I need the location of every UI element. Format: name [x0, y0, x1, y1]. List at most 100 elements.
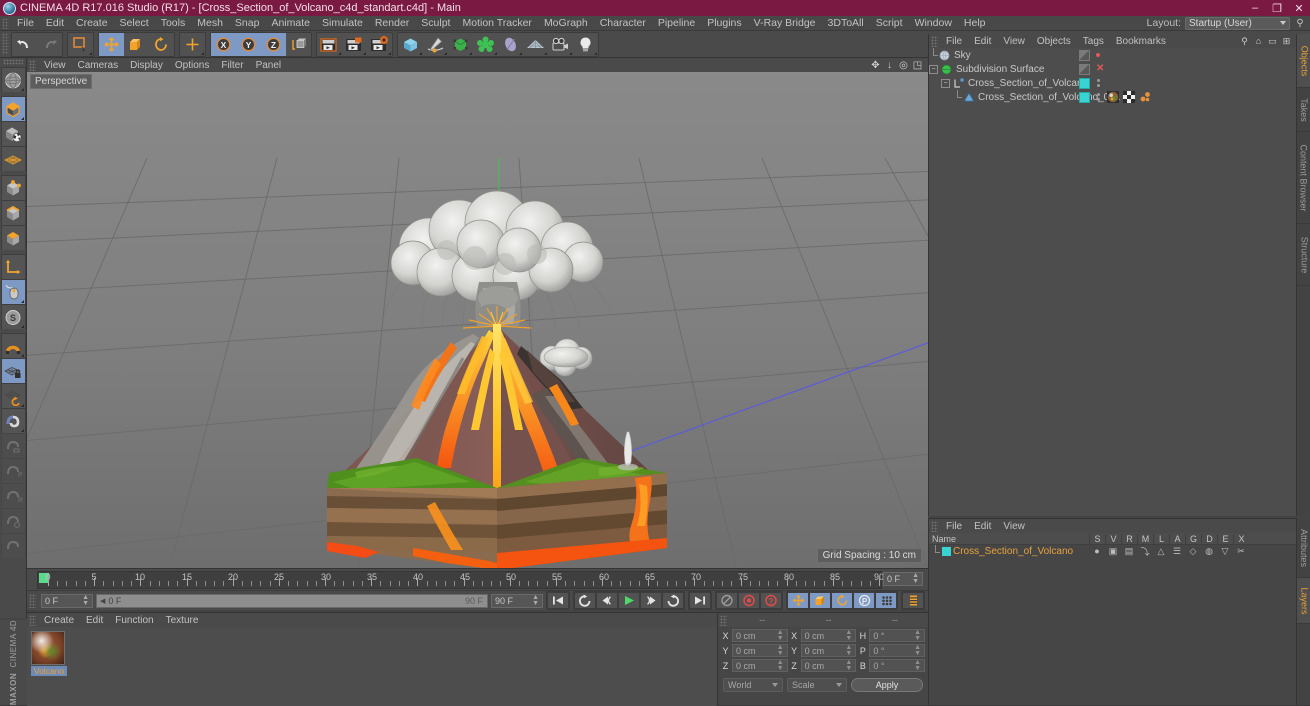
stepper-icon[interactable]: ▲ ▼ — [82, 594, 89, 607]
layer-cell-a[interactable]: ☰ — [1169, 546, 1185, 557]
size-x-field[interactable]: 0 cm ▲ ▼ — [800, 629, 857, 642]
stepper-icon[interactable]: ▲ ▼ — [845, 629, 852, 642]
minimize-button[interactable]: – — [1244, 0, 1266, 16]
pan-view-icon[interactable]: ✥ — [870, 60, 881, 71]
render-dot[interactable] — [1096, 79, 1100, 82]
texture-tag-icon[interactable] — [1107, 91, 1119, 103]
workplane-button[interactable] — [0, 383, 26, 408]
viewport-menu-cameras[interactable]: Cameras — [72, 60, 125, 71]
maximize-button[interactable]: ❐ — [1266, 0, 1288, 16]
menu-item-3dtoall[interactable]: 3DToAll — [822, 16, 870, 31]
pos-x-field[interactable]: 0 cm ▲ ▼ — [732, 629, 788, 642]
move-tool-button[interactable] — [99, 32, 124, 56]
layer-col-v[interactable]: V — [1105, 533, 1121, 544]
layout-icon[interactable]: ⊞ — [1281, 36, 1292, 47]
menu-item-character[interactable]: Character — [594, 16, 652, 31]
menu-item-tools[interactable]: Tools — [155, 16, 192, 31]
menu-item-window[interactable]: Window — [909, 16, 958, 31]
material-menu-function[interactable]: Function — [109, 615, 159, 626]
next-frame-button[interactable] — [640, 592, 662, 609]
axis-mode-button[interactable] — [0, 254, 26, 279]
material-menu-edit[interactable]: Edit — [80, 615, 109, 626]
pos-z-field[interactable]: 0 cm ▲ ▼ — [732, 659, 788, 672]
menu-item-vray-bridge[interactable]: V-Ray Bridge — [748, 16, 822, 31]
object-row-subdivision-surface[interactable]: − Subdivision Surface ✕ — [929, 62, 1296, 76]
polygon-mesh-button[interactable] — [0, 146, 26, 171]
material-menu-create[interactable]: Create — [38, 615, 80, 626]
editor-dot[interactable] — [1096, 98, 1100, 101]
layer-cell-g[interactable]: ◇ — [1185, 546, 1201, 557]
editor-dot[interactable] — [1096, 84, 1100, 87]
previous-frame-button[interactable] — [596, 592, 618, 609]
menu-item-script[interactable]: Script — [870, 16, 909, 31]
lock-grid-button[interactable] — [0, 358, 26, 383]
x-axis-lock-button[interactable]: X — [211, 32, 236, 56]
layer-row[interactable]: Cross_Section_of_Volcano ● ▣ ▤ ⤵ △ ☰ ◇ ◍… — [929, 545, 1296, 557]
make-editable-button[interactable] — [0, 67, 26, 92]
layer-color-swatch[interactable] — [942, 546, 951, 556]
home-icon[interactable]: ⌂ — [1253, 36, 1264, 47]
live-selection-button[interactable] — [68, 33, 93, 56]
coordinate-system-select[interactable]: World — [723, 678, 783, 692]
layer-cell-s[interactable]: ● — [1089, 546, 1105, 556]
object-menu-objects[interactable]: Objects — [1031, 36, 1077, 47]
playbar-grip[interactable] — [29, 593, 36, 608]
snap-center-button[interactable] — [0, 508, 26, 533]
snap-rotate-button[interactable]: R — [0, 483, 26, 508]
snap-vertex-button[interactable] — [0, 433, 26, 458]
position-key-button[interactable] — [787, 592, 809, 609]
add-spline-button[interactable] — [423, 33, 448, 56]
visibility-toggle[interactable] — [1079, 77, 1090, 89]
render-dot[interactable] — [1096, 93, 1100, 96]
stepper-icon[interactable]: ▲ ▼ — [912, 572, 919, 585]
stepper-icon[interactable]: ▲ ▼ — [845, 644, 852, 657]
material-menu-grip[interactable] — [29, 614, 36, 626]
stepper-icon[interactable]: ▲ ▼ — [532, 594, 539, 607]
undo-button[interactable] — [12, 33, 37, 56]
tab-structure[interactable]: Structure — [1297, 224, 1310, 286]
layer-col-l[interactable]: L — [1153, 533, 1169, 544]
nurbs-button[interactable] — [448, 33, 473, 56]
rot-h-field[interactable]: 0 ° ▲ ▼ — [869, 629, 926, 642]
y-axis-lock-button[interactable]: Y — [236, 32, 261, 56]
viewport-mouse-button[interactable] — [0, 279, 26, 304]
menu-item-mesh[interactable]: Mesh — [191, 16, 229, 31]
polygons-mode-button[interactable] — [0, 225, 26, 250]
disabled-x-icon[interactable]: ✕ — [1096, 64, 1104, 74]
rotate-view-icon[interactable]: ◎ — [898, 60, 909, 71]
layer-name-cell[interactable]: Cross_Section_of_Volcano — [929, 545, 1089, 557]
tab-attributes[interactable]: Attributes — [1297, 518, 1310, 578]
viewport-menu-options[interactable]: Options — [169, 60, 215, 71]
object-menu-grip[interactable] — [931, 35, 938, 47]
apply-button[interactable]: Apply — [851, 678, 923, 692]
tab-takes[interactable]: Takes — [1297, 88, 1310, 132]
keyframe-selection-button[interactable]: ? — [760, 592, 782, 609]
material-chip-volcano[interactable]: Volcano — [31, 631, 67, 676]
layer-menu-view[interactable]: View — [997, 521, 1031, 532]
object-menu-tags[interactable]: Tags — [1077, 36, 1110, 47]
menu-item-sculpt[interactable]: Sculpt — [415, 16, 456, 31]
rot-p-field[interactable]: 0 ° ▲ ▼ — [869, 644, 926, 657]
menu-item-file[interactable]: File — [11, 16, 40, 31]
expand-toggle[interactable]: − — [929, 64, 938, 74]
timeline-ruler[interactable]: 0 5 10 15 20 25 30 35 40 45 50 55 60 65 … — [37, 571, 884, 589]
stepper-icon[interactable]: ▲ ▼ — [914, 629, 921, 642]
material-menu-texture[interactable]: Texture — [160, 615, 205, 626]
visibility-toggle[interactable] — [1079, 63, 1090, 75]
stepper-icon[interactable]: ▲ ▼ — [845, 659, 852, 672]
render-view-button[interactable] — [317, 33, 342, 56]
layer-col-g[interactable]: G — [1185, 533, 1201, 544]
toolbar-grip[interactable] — [2, 33, 9, 55]
go-to-start-button[interactable] — [547, 592, 569, 609]
stepper-icon[interactable]: ▲ ▼ — [914, 659, 921, 672]
model-mode-button[interactable] — [0, 96, 26, 121]
points-mode-button[interactable] — [0, 175, 26, 200]
viewport-menu-grip[interactable] — [29, 59, 36, 71]
texture-mode-button[interactable] — [0, 121, 26, 146]
redo-button[interactable] — [37, 33, 62, 56]
maximize-view-icon[interactable]: ◳ — [912, 60, 923, 71]
layer-col-m[interactable]: M — [1137, 533, 1153, 544]
scale-tool-button[interactable] — [124, 33, 149, 56]
layer-cell-e[interactable]: ▽ — [1217, 546, 1233, 557]
visibility-toggle[interactable] — [1079, 91, 1090, 103]
